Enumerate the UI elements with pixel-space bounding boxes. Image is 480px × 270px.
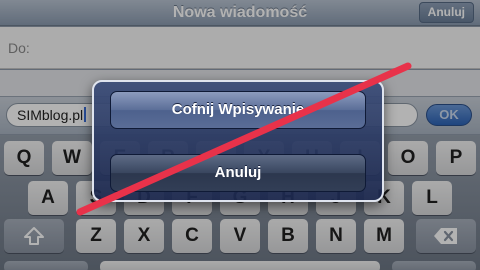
alert-cancel-button[interactable]: Anuluj: [110, 154, 366, 192]
action-sheet: Cofnij Wpisywanie Anuluj: [92, 80, 384, 202]
undo-typing-button[interactable]: Cofnij Wpisywanie: [110, 91, 366, 129]
